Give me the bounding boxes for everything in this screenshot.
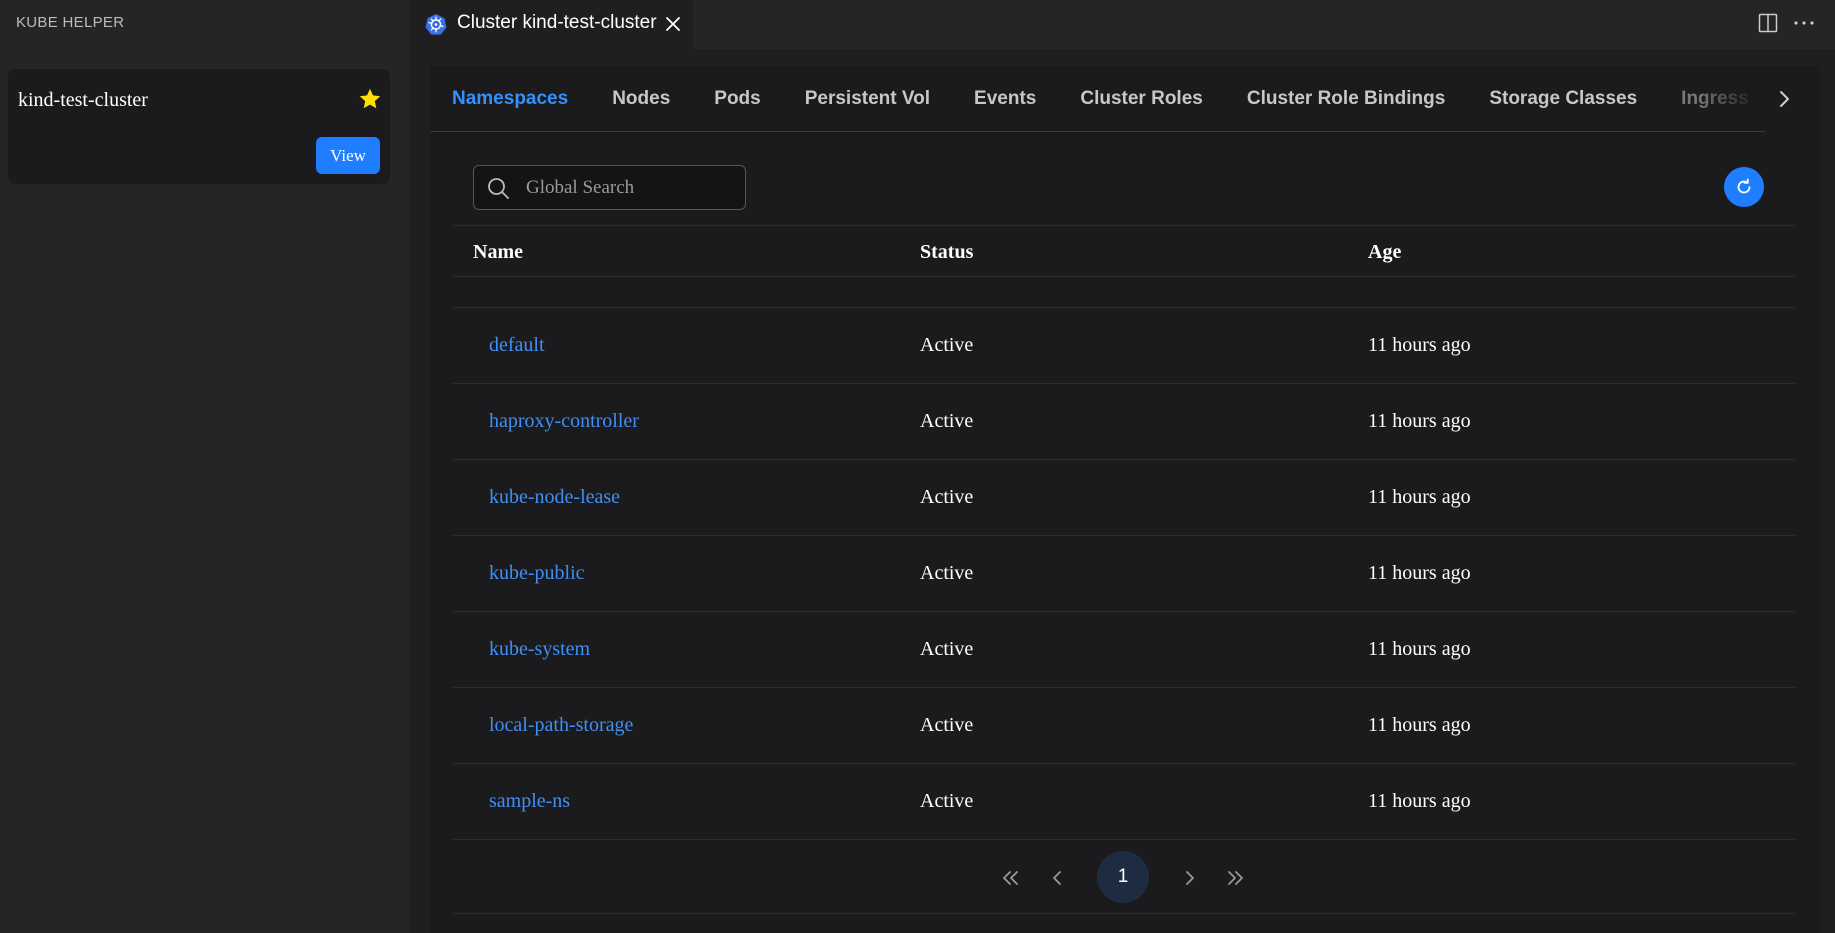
status-cell: Active xyxy=(920,638,974,660)
column-header-status[interactable]: Status xyxy=(920,241,973,264)
star-icon[interactable] xyxy=(358,87,382,111)
table-row: kube-public Active 11 hours ago xyxy=(453,536,1795,612)
previous-page-icon[interactable] xyxy=(1045,866,1069,890)
more-actions-icon[interactable] xyxy=(1793,13,1815,33)
current-page-button[interactable]: 1 xyxy=(1097,851,1149,903)
status-cell: Active xyxy=(920,486,974,508)
table-row: default Active 11 hours ago xyxy=(453,308,1795,384)
split-editor-icon[interactable] xyxy=(1758,13,1778,33)
next-page-icon[interactable] xyxy=(1178,866,1202,890)
editor-tab-cluster[interactable]: Cluster kind-test-cluster xyxy=(410,0,693,49)
age-cell: 11 hours ago xyxy=(1368,486,1471,508)
tab-events[interactable]: Events xyxy=(952,66,1058,131)
pagination: 1 xyxy=(453,841,1795,914)
table-row: local-path-storage Active 11 hours ago xyxy=(453,688,1795,764)
first-page-icon[interactable] xyxy=(998,866,1022,890)
age-cell: 11 hours ago xyxy=(1368,334,1471,356)
sidebar: KUBE HELPER kind-test-cluster View xyxy=(0,0,410,933)
namespace-link[interactable]: local-path-storage xyxy=(489,714,633,737)
status-cell: Active xyxy=(920,790,974,812)
refresh-icon xyxy=(1737,178,1751,194)
tab-persistent-vol[interactable]: Persistent Vol xyxy=(783,66,952,131)
tab-cluster-role-bindings[interactable]: Cluster Role Bindings xyxy=(1225,66,1467,131)
editor-tab-strip: Cluster kind-test-cluster xyxy=(410,0,1835,49)
age-cell: 11 hours ago xyxy=(1368,638,1471,660)
editor-tab-title: Cluster kind-test-cluster xyxy=(457,12,657,33)
namespace-link[interactable]: sample-ns xyxy=(489,790,570,813)
resource-tabs: Namespaces Nodes Pods Persistent Vol Events C… xyxy=(430,66,1765,132)
kubernetes-icon xyxy=(425,14,447,35)
cluster-name: kind-test-cluster xyxy=(18,89,148,111)
table-spacer-row xyxy=(453,277,1795,308)
age-cell: 11 hours ago xyxy=(1368,410,1471,432)
table-header: Name Status Age xyxy=(453,225,1795,277)
close-icon[interactable] xyxy=(664,15,682,33)
cluster-card: kind-test-cluster View xyxy=(8,69,390,184)
table-row: sample-ns Active 11 hours ago xyxy=(453,764,1795,840)
tab-ingress[interactable]: Ingress xyxy=(1659,66,1765,131)
status-cell: Active xyxy=(920,410,974,432)
status-cell: Active xyxy=(920,334,974,356)
refresh-button[interactable] xyxy=(1724,167,1764,207)
age-cell: 11 hours ago xyxy=(1368,790,1471,812)
global-search xyxy=(473,165,746,210)
table-row: kube-system Active 11 hours ago xyxy=(453,612,1795,688)
age-cell: 11 hours ago xyxy=(1368,714,1471,736)
column-header-name[interactable]: Name xyxy=(473,241,523,264)
tab-nodes[interactable]: Nodes xyxy=(590,66,692,131)
namespace-link[interactable]: default xyxy=(489,334,545,357)
status-cell: Active xyxy=(920,562,974,584)
tab-cluster-roles[interactable]: Cluster Roles xyxy=(1058,66,1224,131)
cluster-panel: Namespaces Nodes Pods Persistent Vol Events C… xyxy=(430,66,1820,933)
search-input[interactable] xyxy=(524,174,734,202)
chevron-right-icon[interactable] xyxy=(1773,88,1795,110)
namespace-link[interactable]: kube-public xyxy=(489,562,585,585)
namespace-link[interactable]: haproxy-controller xyxy=(489,410,639,433)
search-icon xyxy=(488,178,509,199)
age-cell: 11 hours ago xyxy=(1368,562,1471,584)
sidebar-title: KUBE HELPER xyxy=(16,14,125,31)
namespace-link[interactable]: kube-node-lease xyxy=(489,486,620,509)
namespace-link[interactable]: kube-system xyxy=(489,638,590,661)
last-page-icon[interactable] xyxy=(1224,866,1248,890)
tab-namespaces[interactable]: Namespaces xyxy=(430,66,590,131)
status-cell: Active xyxy=(920,714,974,736)
table-row: haproxy-controller Active 11 hours ago xyxy=(453,384,1795,460)
table-row: kube-node-lease Active 11 hours ago xyxy=(453,460,1795,536)
namespaces-table: Name Status Age default Active 11 hours … xyxy=(453,225,1795,840)
tab-pods[interactable]: Pods xyxy=(692,66,782,131)
view-button[interactable]: View xyxy=(316,137,380,174)
column-header-age[interactable]: Age xyxy=(1368,241,1401,264)
tab-storage-classes[interactable]: Storage Classes xyxy=(1467,66,1659,131)
